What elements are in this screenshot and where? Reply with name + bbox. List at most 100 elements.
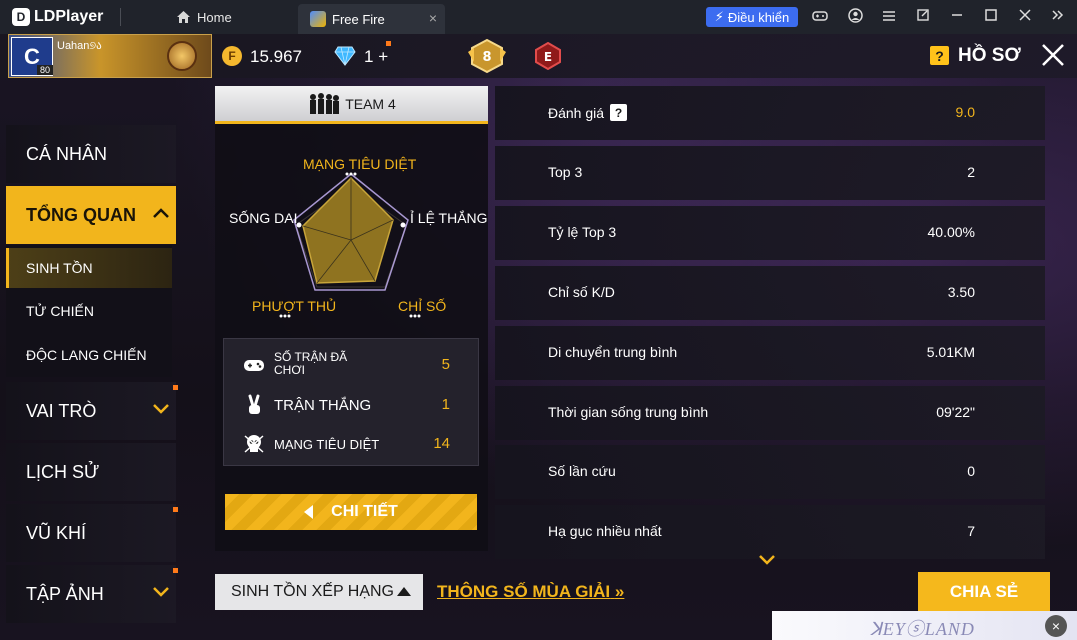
chevron-down-icon xyxy=(153,587,169,597)
stat-value: 5 xyxy=(441,356,450,373)
sidebar-item-label: LỊCH SỬ xyxy=(26,461,100,482)
minimize-icon[interactable] xyxy=(948,8,966,26)
menu-icon[interactable] xyxy=(880,8,898,26)
stats-row: Số lần cứu 0 xyxy=(495,445,1045,499)
stat-label: SỐ TRẬN ĐÃ CHƠI xyxy=(274,350,348,377)
sub-item-label: TỬ CHIẾN xyxy=(26,303,94,319)
app-name: LDPlayer xyxy=(34,8,104,25)
team-header: TEAM 4 xyxy=(215,86,488,124)
diamond-count: 1 xyxy=(364,47,374,66)
gamepad-icon[interactable] xyxy=(811,8,829,26)
watermark-text: ꓘEYⓢLAND xyxy=(870,619,975,639)
stat-row-wins: TRẬN THẮNG 1 xyxy=(224,387,480,423)
sidebar-item-vai-tro[interactable]: VAI TRÒ xyxy=(6,382,176,440)
maximize-icon[interactable] xyxy=(982,8,1000,26)
close-icon[interactable]: × xyxy=(1045,615,1067,637)
help-icon[interactable]: ? xyxy=(930,46,949,65)
detail-button[interactable]: CHI TIẾT xyxy=(225,494,477,530)
tab-close-icon[interactable]: × xyxy=(429,10,437,26)
stats-label: Đánh giá xyxy=(548,104,605,121)
stats-label: Top 3 xyxy=(548,164,583,180)
sidebar-item-label: VŨ KHÍ xyxy=(26,522,87,543)
emulator-titlebar: D LDPlayer Home Free Fire × ⚡ Điều khiển xyxy=(0,0,1077,34)
team-stats-box: SỐ TRẬN ĐÃ CHƠI 5 TRẬN THẮNG 1 MẠNG TIÊU… xyxy=(223,338,479,466)
sidebar-item-label: TẬP ẢNH xyxy=(26,583,104,604)
radar-label-win-rate: Ỉ LỆ THẮNG xyxy=(410,210,488,226)
team-panel: TEAM 4 MẠNG TIÊU DIỆT Ỉ LỆ THẮNG SỐNG DA… xyxy=(215,86,488,551)
sub-item-sinh-ton[interactable]: SINH TỒN xyxy=(6,248,172,288)
username: Uahan୭ა xyxy=(57,40,102,52)
stats-row: Hạ gục nhiều nhất 7 xyxy=(495,505,1045,559)
sidebar-item-label: TỔNG QUAN xyxy=(26,204,136,225)
chevron-up-icon xyxy=(153,208,169,218)
close-window-icon[interactable] xyxy=(1016,8,1034,26)
team-silhouette-icon xyxy=(310,92,340,114)
stats-label: Di chuyển trung bình xyxy=(548,344,678,360)
sidebar-item-label: VAI TRÒ xyxy=(26,400,97,421)
mode-select[interactable]: SINH TỒN XẾP HẠNG xyxy=(215,574,423,610)
stats-value: 3.50 xyxy=(947,284,975,300)
sub-item-label: ĐỘC LANG CHIẾN xyxy=(26,347,147,363)
sidebar-item-label: CÁ NHÂN xyxy=(26,143,108,164)
titlebar-divider xyxy=(120,8,121,26)
ldplayer-logo-icon: D xyxy=(12,8,30,26)
skull-icon xyxy=(244,435,264,453)
radar-label-kills: MẠNG TIÊU DIỆT xyxy=(303,156,417,172)
coin-balance: 15.967 xyxy=(250,47,302,66)
scroll-down-chevron-icon[interactable] xyxy=(758,554,776,566)
play-left-icon xyxy=(304,505,314,519)
tab-free-fire-label: Free Fire xyxy=(332,11,385,27)
victory-hand-icon xyxy=(248,394,260,414)
tab-home[interactable]: Home xyxy=(176,10,232,25)
sidebar-item-ca-nhan[interactable]: CÁ NHÂN xyxy=(6,125,176,183)
stats-row: Chỉ số K/D 3.50 xyxy=(495,266,1045,320)
stat-row-kills: MẠNG TIÊU DIỆT 14 xyxy=(224,426,480,462)
sidebar-item-lich-su[interactable]: LỊCH SỬ xyxy=(6,443,176,501)
control-button[interactable]: ⚡ Điều khiển xyxy=(706,7,798,27)
player-banner[interactable]: C 80 Uahan୭ა xyxy=(8,34,212,78)
control-button-label: Điều khiển xyxy=(727,9,790,25)
stats-row: Di chuyển trung bình 5.01KM xyxy=(495,326,1045,380)
sidebar-item-vu-khi[interactable]: VŨ KHÍ xyxy=(6,504,176,562)
sidebar-toggle-icon[interactable] xyxy=(1049,8,1067,26)
sub-item-doc-lang-chien[interactable]: ĐỘC LANG CHIẾN xyxy=(6,335,172,375)
close-icon[interactable] xyxy=(1040,42,1066,68)
question-icon[interactable]: ? xyxy=(610,104,628,121)
season-stats-link[interactable]: THÔNG SỐ MÙA GIẢI » xyxy=(437,582,624,602)
sidebar-item-tap-anh[interactable]: TẬP ẢNH xyxy=(6,565,176,623)
radar-label-survival: SỐNG DAI xyxy=(229,210,298,226)
notification-dot xyxy=(173,568,178,573)
stats-label: Số lần cứu xyxy=(548,463,616,479)
cs-rank-badge-icon[interactable]: E xyxy=(534,42,562,70)
notification-dot xyxy=(173,385,178,390)
stats-value: 7 xyxy=(967,523,975,539)
stats-row: Đánh giá? 9.0 xyxy=(495,86,1045,140)
page-title: HỒ SƠ xyxy=(958,45,1021,66)
tab-free-fire[interactable]: Free Fire × xyxy=(298,4,445,34)
add-diamond-icon: + xyxy=(378,47,389,66)
detail-button-label: CHI TIẾT xyxy=(331,503,398,520)
share-button-label: CHIA SẺ xyxy=(949,582,1019,601)
sidebar-item-tong-quan[interactable]: TỔNG QUAN xyxy=(6,186,176,244)
br-rank-badge-icon[interactable]: 8 xyxy=(468,38,506,74)
stats-value: 9.0 xyxy=(955,104,975,120)
notification-dot xyxy=(386,41,391,46)
stat-label: MẠNG TIÊU DIỆT xyxy=(274,437,380,452)
sub-item-tu-chien[interactable]: TỬ CHIẾN xyxy=(6,291,172,331)
stats-row: Tỷ lệ Top 3 40.00% xyxy=(495,206,1045,260)
stats-value: 0 xyxy=(967,463,975,479)
diamond-balance[interactable]: 1 + xyxy=(364,47,388,67)
popout-icon[interactable] xyxy=(914,8,932,26)
stats-label: Chỉ số K/D xyxy=(548,284,615,300)
stat-value: 1 xyxy=(441,396,450,413)
stats-value: 40.00% xyxy=(927,224,975,240)
account-icon[interactable] xyxy=(846,8,864,26)
share-button[interactable]: CHIA SẺ xyxy=(918,572,1050,612)
stat-value: 14 xyxy=(433,435,450,452)
gold-coin-icon: F xyxy=(222,46,242,66)
game-viewport: C 80 Uahan୭ა F 15.967 1 + 8 E ? HỒ SƠ CÁ… xyxy=(0,34,1077,640)
ldplayer-logo: D LDPlayer xyxy=(12,8,112,26)
stats-value: 5.01KM xyxy=(926,344,975,360)
tab-home-label: Home xyxy=(197,9,232,25)
stats-label: Thời gian sống trung bình xyxy=(548,404,709,420)
